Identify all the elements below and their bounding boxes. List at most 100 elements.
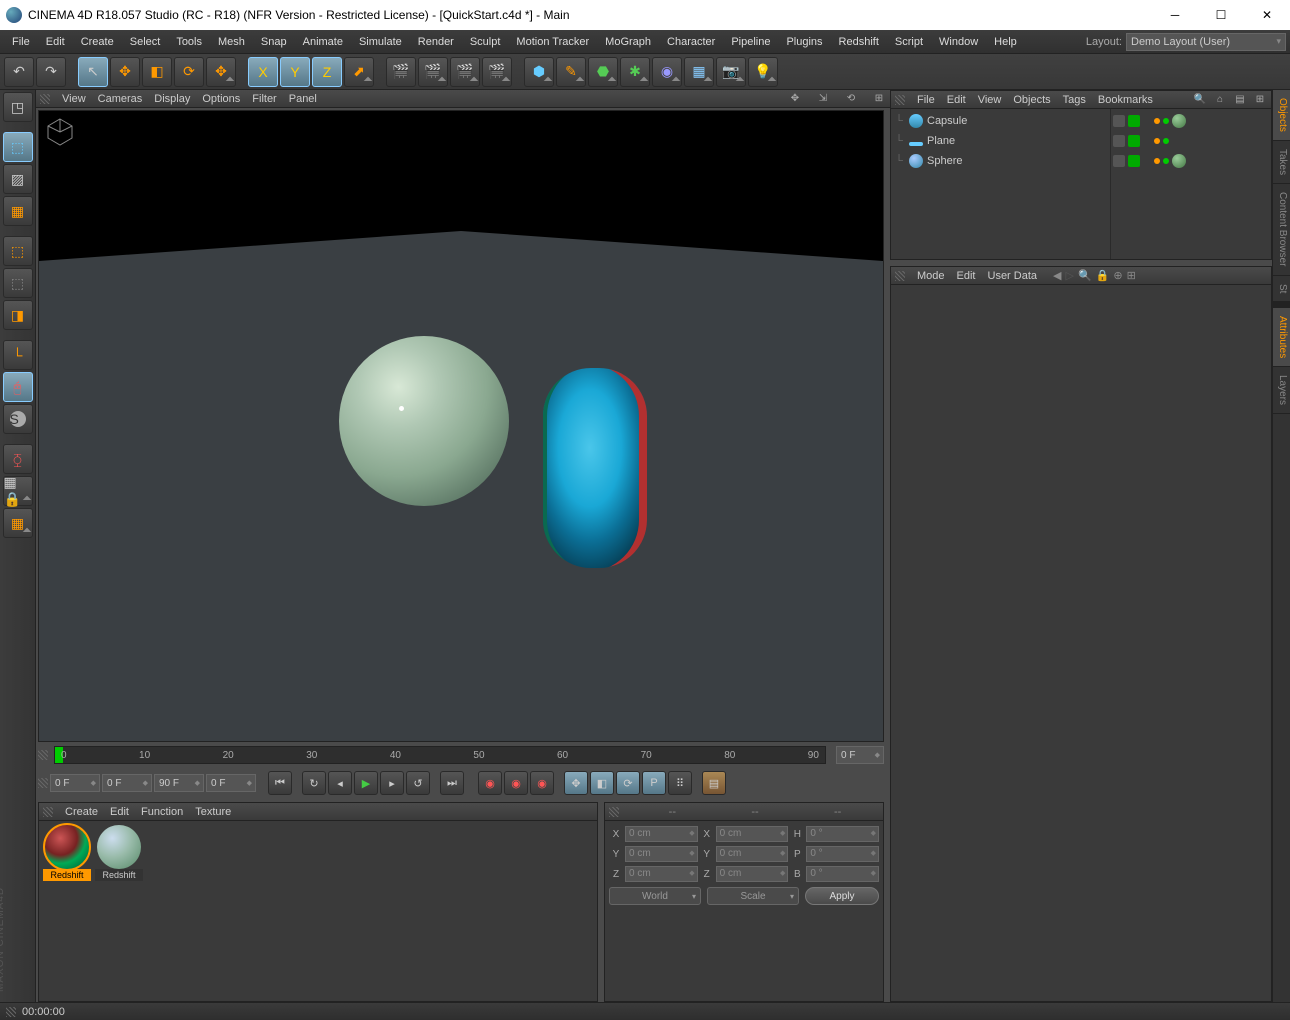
vis-render-toggle[interactable] (1128, 155, 1140, 167)
attr-grip-icon[interactable] (895, 271, 905, 281)
rot-h-field[interactable]: 0 ° (806, 826, 879, 842)
mat-menu-create[interactable]: Create (65, 806, 98, 818)
generator-menu[interactable]: ⬣ (588, 57, 618, 87)
menu-redshift[interactable]: Redshift (831, 30, 887, 53)
vp-menu-view[interactable]: View (62, 93, 86, 105)
deformer-menu[interactable]: ✱ (620, 57, 650, 87)
polys-mode[interactable]: ◨ (3, 300, 33, 330)
render-pv[interactable]: 🎬 (450, 57, 480, 87)
status-grip-icon[interactable] (6, 1007, 16, 1017)
menu-mesh[interactable]: Mesh (210, 30, 253, 53)
mat-grip-icon[interactable] (43, 807, 53, 817)
menu-select[interactable]: Select (122, 30, 169, 53)
coord-grip-icon[interactable] (609, 807, 619, 817)
timeline-ruler[interactable]: 0 10 20 30 40 50 60 70 80 90 (54, 746, 826, 764)
material-tag-icon[interactable] (1172, 154, 1186, 168)
move-tool[interactable]: ✥ (110, 57, 140, 87)
pos-z-field[interactable]: 0 cm (625, 866, 698, 882)
record-button[interactable]: ◉ (478, 771, 502, 795)
obj-menu-edit[interactable]: Edit (947, 94, 966, 106)
menu-render[interactable]: Render (410, 30, 462, 53)
object-row-plane[interactable]: └ Plane (893, 131, 1108, 151)
sidetab-content[interactable]: Content Browser (1273, 184, 1290, 275)
menu-plugins[interactable]: Plugins (778, 30, 830, 53)
obj-grip-icon[interactable] (895, 95, 905, 105)
layout-dropdown[interactable]: Demo Layout (User) (1126, 33, 1286, 51)
vis-render-toggle[interactable] (1128, 115, 1140, 127)
lock-icon[interactable]: 🔒 (1096, 269, 1110, 282)
sidetab-attributes[interactable]: Attributes (1273, 308, 1290, 367)
goto-start-button[interactable]: ⏮ (268, 771, 292, 795)
attr-menu-userdata[interactable]: User Data (988, 270, 1038, 282)
menu-simulate[interactable]: Simulate (351, 30, 410, 53)
workplane-lock[interactable]: ▦🔒 (3, 476, 33, 506)
redo-button[interactable]: ↷ (36, 57, 66, 87)
object-row-sphere[interactable]: └ Sphere (893, 151, 1108, 171)
menu-create[interactable]: Create (73, 30, 122, 53)
vp-move-icon[interactable]: ✥ (788, 92, 802, 106)
expand-icon[interactable]: ⊞ (1253, 93, 1267, 107)
coord-system[interactable]: ⬈ (344, 57, 374, 87)
menu-pipeline[interactable]: Pipeline (723, 30, 778, 53)
sidetab-takes[interactable]: Takes (1273, 141, 1290, 184)
undo-button[interactable]: ↶ (4, 57, 34, 87)
model-mode[interactable]: ⬚ (3, 132, 33, 162)
home-icon[interactable]: ⌂ (1213, 93, 1227, 107)
vp-layout-icon[interactable]: ⊞ (872, 92, 886, 106)
coord-apply-button[interactable]: Apply (805, 887, 879, 905)
attr-menu-mode[interactable]: Mode (917, 270, 945, 282)
vp-menu-panel[interactable]: Panel (289, 93, 317, 105)
material-tag-icon[interactable] (1172, 114, 1186, 128)
sidetab-layers[interactable]: Layers (1273, 367, 1290, 414)
snap-settings[interactable]: S (3, 404, 33, 434)
tweak-mode[interactable]: 🖰 (3, 372, 33, 402)
material-item[interactable]: Redshift (43, 825, 91, 881)
nav-up-icon[interactable]: 🔍 (1078, 269, 1092, 282)
keysel-button[interactable]: ◉ (530, 771, 554, 795)
axis-y[interactable]: Y (280, 57, 310, 87)
filter-icon[interactable]: ▤ (1233, 93, 1247, 107)
axis-z[interactable]: Z (312, 57, 342, 87)
menu-script[interactable]: Script (887, 30, 931, 53)
menu-character[interactable]: Character (659, 30, 723, 53)
scene-menu[interactable]: 💡 (748, 57, 778, 87)
next-key-button[interactable]: ↺ (406, 771, 430, 795)
window-close[interactable]: ✕ (1244, 0, 1290, 30)
play-button[interactable]: ▶ (354, 771, 378, 795)
nav-fwd-icon[interactable]: ▷ (1066, 269, 1074, 282)
obj-menu-view[interactable]: View (978, 94, 1002, 106)
window-maximize[interactable]: ☐ (1198, 0, 1244, 30)
key-pla-button[interactable]: ⠿ (668, 771, 692, 795)
menu-sculpt[interactable]: Sculpt (462, 30, 509, 53)
rot-p-field[interactable]: 0 ° (806, 846, 879, 862)
obj-menu-tags[interactable]: Tags (1063, 94, 1086, 106)
sidetab-objects[interactable]: Objects (1273, 90, 1290, 141)
pos-y-field[interactable]: 0 cm (625, 846, 698, 862)
autokey-button[interactable]: ◉ (504, 771, 528, 795)
window-minimize[interactable]: ─ (1152, 0, 1198, 30)
range-end-field[interactable]: 90 F (154, 774, 204, 792)
vp-menu-cameras[interactable]: Cameras (98, 93, 143, 105)
spline-menu[interactable]: ✎ (556, 57, 586, 87)
object-row-capsule[interactable]: └ Capsule (893, 111, 1108, 131)
vp-orbit-icon[interactable]: ⟲ (844, 92, 858, 106)
texture-mode[interactable]: ▨ (3, 164, 33, 194)
workplane-opts[interactable]: ▦ (3, 508, 33, 538)
menu-help[interactable]: Help (986, 30, 1025, 53)
goto-end-button[interactable]: ⏭ (440, 771, 464, 795)
attr-menu-edit[interactable]: Edit (957, 270, 976, 282)
menu-animate[interactable]: Animate (295, 30, 351, 53)
edges-mode[interactable]: ⬚ (3, 268, 33, 298)
menu-mograph[interactable]: MoGraph (597, 30, 659, 53)
new-icon[interactable]: ⊕ (1113, 269, 1122, 282)
key-pos-button[interactable]: ✥ (564, 771, 588, 795)
mat-menu-function[interactable]: Function (141, 806, 183, 818)
obj-menu-file[interactable]: File (917, 94, 935, 106)
vis-editor-toggle[interactable] (1113, 155, 1125, 167)
workplane-mode[interactable]: ▦ (3, 196, 33, 226)
obj-menu-bookmarks[interactable]: Bookmarks (1098, 94, 1153, 106)
coord-space-dropdown[interactable]: World (609, 887, 701, 905)
vp-menu-display[interactable]: Display (154, 93, 190, 105)
vp-menu-options[interactable]: Options (202, 93, 240, 105)
snap-toggle[interactable]: ⧲ (3, 444, 33, 474)
